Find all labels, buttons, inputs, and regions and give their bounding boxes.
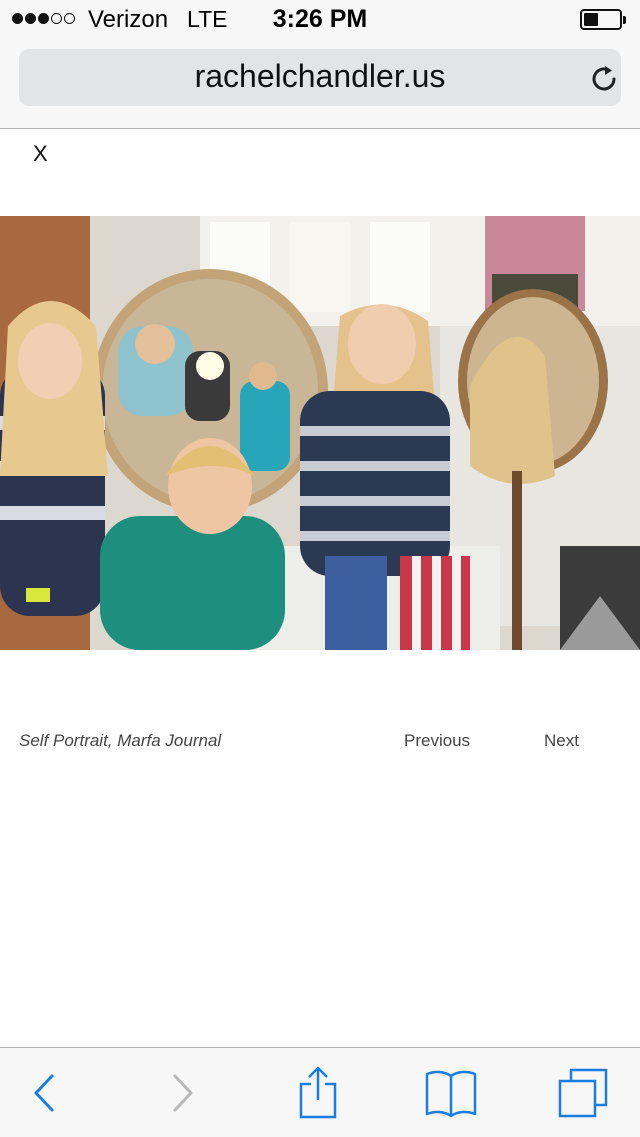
- battery-icon: [580, 9, 626, 30]
- photo: [0, 216, 640, 650]
- boy-center: [100, 516, 285, 650]
- tabs-icon[interactable]: [557, 1067, 609, 1119]
- url-text[interactable]: rachelchandler.us: [19, 58, 621, 95]
- reload-icon[interactable]: [589, 63, 621, 95]
- back-chevron-icon[interactable]: [32, 1073, 56, 1113]
- forward-chevron-icon[interactable]: [171, 1073, 195, 1113]
- status-bar: Verizon LTE 3:26 PM: [0, 0, 640, 40]
- close-link[interactable]: X: [33, 141, 48, 167]
- back-button[interactable]: [14, 1048, 74, 1137]
- bookmarks-button[interactable]: [420, 1048, 482, 1137]
- address-bar: rachelchandler.us: [0, 40, 640, 129]
- share-button[interactable]: [288, 1048, 348, 1137]
- previous-link[interactable]: Previous: [404, 731, 470, 751]
- forward-button[interactable]: [153, 1048, 213, 1137]
- status-time: 3:26 PM: [272, 5, 368, 33]
- bookmarks-icon[interactable]: [424, 1068, 478, 1118]
- bottom-toolbar: [0, 1047, 640, 1137]
- photo-caption: Self Portrait, Marfa Journal: [19, 731, 222, 750]
- tabs-button[interactable]: [553, 1048, 613, 1137]
- battery-level: [584, 13, 598, 26]
- next-link[interactable]: Next: [544, 731, 579, 751]
- share-icon[interactable]: [298, 1066, 338, 1120]
- url-field[interactable]: rachelchandler.us: [19, 49, 621, 106]
- star-leggings: [325, 556, 387, 650]
